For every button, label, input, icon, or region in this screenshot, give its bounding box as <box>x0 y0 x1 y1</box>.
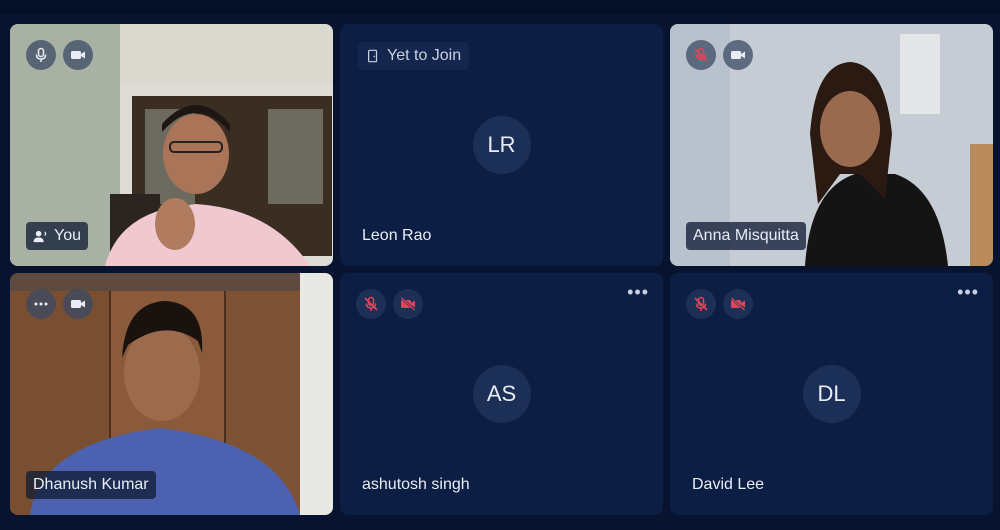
more-horizontal-icon <box>34 302 48 306</box>
mic-off-icon <box>694 296 708 311</box>
participant-name-badge: ashutosh singh <box>356 471 477 499</box>
mic-button[interactable] <box>686 289 716 319</box>
camera-icon <box>71 300 85 308</box>
camera-icon <box>731 51 745 59</box>
participant-tile-ashutosh-singh[interactable]: ••• AS ashutosh singh <box>340 273 663 515</box>
more-options-button[interactable]: ••• <box>627 283 649 301</box>
camera-button[interactable] <box>63 40 93 70</box>
camera-button[interactable] <box>393 289 423 319</box>
participant-name: Leon Rao <box>362 227 432 244</box>
participant-name: ashutosh singh <box>362 476 470 493</box>
speaking-icon <box>33 230 47 242</box>
avatar: LR <box>472 116 531 174</box>
yet-to-join-label: Yet to Join <box>387 47 462 64</box>
more-options-button[interactable] <box>26 289 56 319</box>
camera-button[interactable] <box>723 289 753 319</box>
video-grid: You Yet to Join LR Leon Rao Anna Misquit… <box>10 24 994 516</box>
participant-name-badge: Leon Rao <box>356 222 438 250</box>
participant-tile-leon-rao[interactable]: Yet to Join LR Leon Rao <box>340 24 663 266</box>
participant-name-badge: You <box>26 222 88 250</box>
more-options-button[interactable]: ••• <box>957 283 979 301</box>
participant-name: Anna Misquitta <box>693 227 799 244</box>
mic-off-icon <box>364 296 378 311</box>
camera-icon <box>71 51 85 59</box>
mic-button[interactable] <box>356 289 386 319</box>
participant-tile-anna-misquitta[interactable]: Anna Misquitta <box>670 24 993 266</box>
mic-button[interactable] <box>686 40 716 70</box>
door-icon <box>368 49 378 63</box>
camera-off-icon <box>730 297 746 311</box>
participant-name: David Lee <box>692 476 765 493</box>
camera-button[interactable] <box>723 40 753 70</box>
participant-name-badge: Dhanush Kumar <box>26 471 156 499</box>
participant-name: Dhanush Kumar <box>33 476 149 493</box>
avatar: AS <box>472 365 531 423</box>
camera-off-icon <box>400 297 416 311</box>
yet-to-join-badge: Yet to Join <box>358 42 470 70</box>
top-bar <box>0 0 1000 14</box>
participant-name-badge: Anna Misquitta <box>686 222 806 250</box>
camera-button[interactable] <box>63 289 93 319</box>
mic-icon <box>35 47 47 62</box>
participant-tile-dhanush-kumar[interactable]: Dhanush Kumar <box>10 273 333 515</box>
participant-name-badge: David Lee <box>686 471 771 499</box>
mic-button[interactable] <box>26 40 56 70</box>
more-horizontal-icon: ••• <box>957 282 979 302</box>
participant-tile-you[interactable]: You <box>10 24 333 266</box>
participant-name: You <box>54 227 81 244</box>
avatar: DL <box>802 365 861 423</box>
more-horizontal-icon: ••• <box>627 282 649 302</box>
mic-off-icon <box>694 47 708 62</box>
participant-tile-david-lee[interactable]: ••• DL David Lee <box>670 273 993 515</box>
